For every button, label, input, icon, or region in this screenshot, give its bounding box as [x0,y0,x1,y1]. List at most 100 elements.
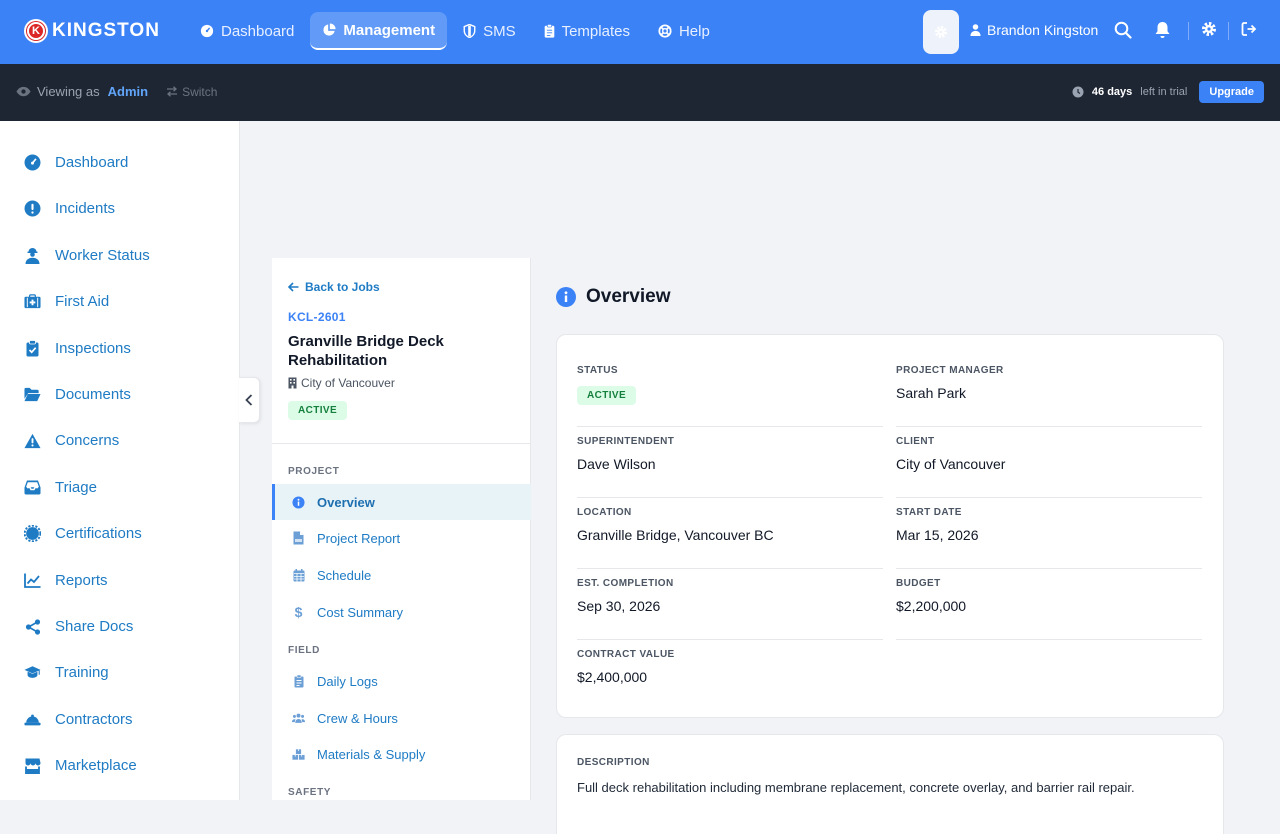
job-nav-panel: Back to Jobs KCL-2601 Granville Bridge D… [272,258,531,800]
sidebar-item-certifications[interactable]: Certifications [24,525,142,542]
worker-icon [24,247,41,264]
inbox-icon [24,479,41,496]
upgrade-button[interactable]: Upgrade [1199,81,1264,103]
overview-title: Overview [586,286,671,307]
nav-label: Dashboard [221,22,295,40]
info-icon [292,495,305,509]
gauge-icon [24,154,41,171]
collapse-sidebar-button[interactable] [239,377,260,423]
user-menu[interactable]: Brandon Kingston [970,22,1098,38]
calendar-icon [292,568,305,582]
sidebar-item-first-aid[interactable]: First Aid [24,293,109,310]
field-value: City of Vancouver [896,456,1006,472]
sidebar-item-marketplace[interactable]: Marketplace [24,757,137,774]
nav-label: Help [678,22,710,40]
hard-hat-icon [24,711,41,728]
sign-out-icon [1241,21,1257,37]
brand-logo[interactable]: K KINGSTON [24,19,160,43]
divider [1228,22,1229,40]
viewing-role[interactable]: Admin [108,84,148,99]
clock-icon [1072,86,1084,98]
boxes-icon [292,748,305,761]
theme-settings-button[interactable] [923,10,959,54]
clipboard-check-icon [24,340,41,357]
overview-header: Overview [556,286,671,308]
user-icon [970,24,981,36]
field-value: Dave Wilson [577,456,656,472]
nav-help[interactable]: Help [646,12,722,50]
field-label: SUPERINTENDENT [577,436,675,447]
job-client: City of Vancouver [288,376,395,390]
dollar-icon: $ [294,604,303,620]
certificate-icon [24,525,41,542]
sidebar-item-reports[interactable]: Reports [24,572,108,589]
job-nav-label: Daily Logs [317,673,378,689]
settings-button[interactable] [1201,21,1217,37]
field-label: CLIENT [896,436,935,447]
sidebar-item-contractors[interactable]: Contractors [24,711,133,728]
sidebar-item-label: Worker Status [55,247,150,264]
sidebar-item-concerns[interactable]: Concerns [24,432,119,449]
sidebar-item-label: First Aid [55,293,110,310]
sidebar-item-label: Marketplace [55,757,137,774]
pdf-file-icon [292,531,305,545]
section-heading-field: FIELD [288,645,320,656]
back-label: Back to Jobs [305,280,380,294]
job-nav-overview[interactable]: Overview [272,484,531,520]
job-title: Granville Bridge Deck Rehabilitation [288,333,444,369]
switch-role-button[interactable]: Switch [166,85,217,99]
field-value: Sarah Park [896,385,967,401]
nav-sms[interactable]: SMS [451,12,528,50]
pie-chart-icon [322,23,336,37]
search-button[interactable] [1114,21,1132,39]
sidebar-item-label: Triage [55,479,97,496]
sidebar-item-label: Incidents [55,200,116,217]
section-heading-safety: SAFETY [288,787,332,798]
logo-mark: K [24,19,48,43]
description-label: DESCRIPTION [577,757,650,768]
nav-templates[interactable]: Templates [532,12,642,50]
job-nav-crew-hours[interactable]: Crew & Hours [272,700,531,736]
job-nav-schedule[interactable]: Schedule [272,557,531,593]
job-nav-project-report[interactable]: Project Report [272,520,531,556]
job-client-name: City of Vancouver [301,376,395,390]
nav-management[interactable]: Management [310,12,448,50]
job-nav-label: Project Report [317,530,401,546]
switch-label: Switch [182,84,218,99]
field-label: BUDGET [896,578,941,589]
status-badge: ACTIVE [577,386,637,405]
sidebar-item-training[interactable]: Training [24,664,109,681]
section-heading-project: PROJECT [288,466,340,477]
sidebar-item-dashboard[interactable]: Dashboard [24,154,128,171]
graduation-cap-icon [24,664,41,681]
arrow-left-icon [288,282,299,292]
field-superintendent: SUPERINTENDENT Dave Wilson [577,436,883,498]
bell-icon [1154,21,1171,39]
job-nav-daily-logs[interactable]: Daily Logs [272,663,531,699]
chevron-left-icon [245,394,253,406]
job-nav-materials-supply[interactable]: Materials & Supply [272,736,531,772]
sidebar-item-inspections[interactable]: Inspections [24,340,131,357]
shield-icon [463,24,476,38]
sidebar-item-worker-status[interactable]: Worker Status [24,247,150,264]
field-value: Mar 15, 2026 [896,527,979,543]
field-budget: BUDGET $2,200,000 [896,578,1202,640]
sidebar-item-share-docs[interactable]: Share Docs [24,618,133,635]
sidebar-item-incidents[interactable]: Incidents [24,200,115,217]
sidebar-item-documents[interactable]: Documents [24,386,131,403]
top-navbar: K KINGSTON Dashboard Management SMS Temp… [0,0,1280,64]
field-label: EST. COMPLETION [577,578,674,589]
viewing-as: Viewing as Admin Switch [16,84,217,99]
logout-button[interactable] [1241,21,1257,37]
nav-label: Templates [561,22,630,40]
job-nav-cost-summary[interactable]: $ Cost Summary [272,594,531,630]
sidebar-item-triage[interactable]: Triage [24,479,97,496]
store-icon [24,757,41,774]
folder-open-icon [24,386,41,403]
notifications-button[interactable] [1154,21,1171,39]
nav-dashboard[interactable]: Dashboard [188,12,306,50]
building-icon [288,377,297,389]
field-value: $2,400,000 [577,669,648,685]
gear-icon [933,24,949,40]
back-to-jobs-link[interactable]: Back to Jobs [288,280,380,294]
